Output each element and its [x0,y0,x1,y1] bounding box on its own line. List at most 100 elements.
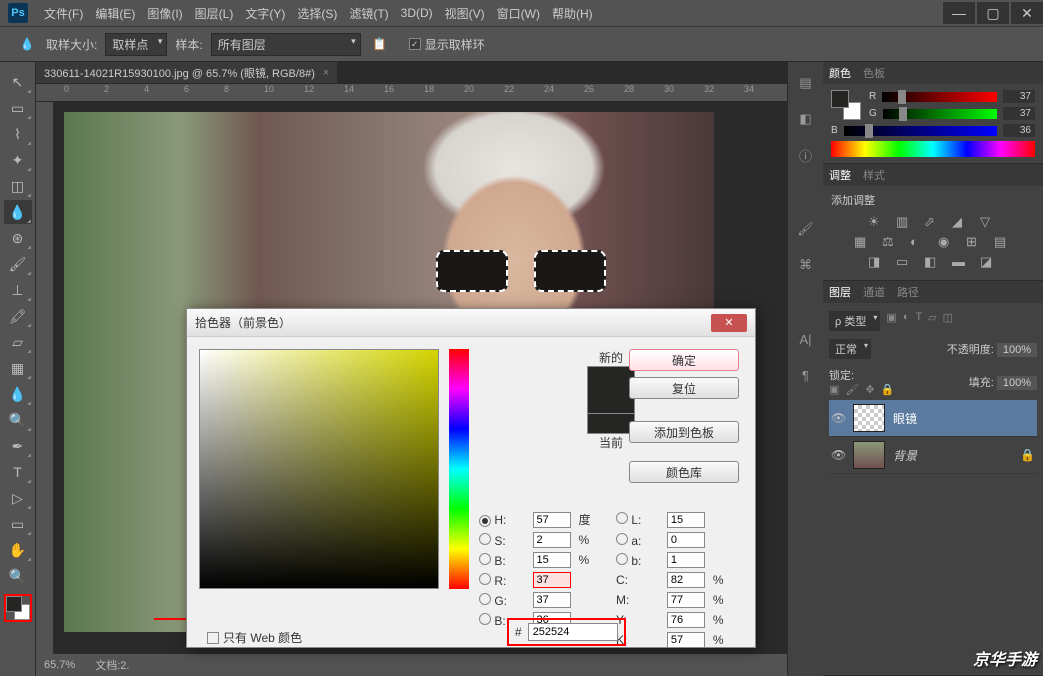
current-color-swatch[interactable] [587,414,635,434]
levels-icon[interactable]: ▥ [896,214,914,230]
br-input[interactable] [533,552,571,568]
layer-filter-dropdown[interactable]: ρ 类型 [829,311,880,331]
threshold-icon[interactable]: ◧ [924,254,942,270]
r-slider[interactable] [882,92,997,102]
menu-file[interactable]: 文件(F) [38,5,89,22]
g-slider[interactable] [883,109,997,119]
r-radio[interactable] [479,573,491,585]
type-tool[interactable]: T [4,460,32,484]
sample-dropdown[interactable]: 所有图层 [211,33,361,56]
blend-mode-dropdown[interactable]: 正常 [829,339,871,359]
saturation-field[interactable] [199,349,439,589]
lock-paint-icon[interactable]: 🖌 [845,383,859,396]
br-radio[interactable] [479,553,491,565]
lb-radio[interactable] [616,553,628,565]
bw-icon[interactable]: ◐ [910,234,928,250]
path-tool[interactable]: ▷ [4,486,32,510]
eraser-tool[interactable]: ▱ [4,330,32,354]
g-value[interactable]: 37 [1003,107,1035,120]
document-tab[interactable]: 330611-14021R15930100.jpg @ 65.7% (眼镜, R… [36,62,337,84]
m-input[interactable] [667,592,705,608]
web-only-checkbox[interactable] [207,632,219,644]
char-panel-icon[interactable]: A| [795,330,817,348]
r-input[interactable] [533,572,571,588]
tab-swatches[interactable]: 色板 [863,65,885,81]
layer-thumbnail[interactable] [853,441,885,469]
filter-adjust-icon[interactable]: ◐ [903,311,910,331]
a-input[interactable] [667,532,705,548]
spectrum-bar[interactable] [831,141,1035,157]
history-icon[interactable]: ▤ [795,74,817,92]
filter-image-icon[interactable]: ▣ [886,311,896,331]
lock-trans-icon[interactable]: ▣ [829,383,839,396]
lock-pos-icon[interactable]: ✥ [865,383,874,396]
layer-item[interactable]: 👁 眼镜 [829,400,1037,437]
ok-button[interactable]: 确定 [629,349,739,371]
dialog-close-button[interactable]: ✕ [711,314,747,332]
brush-tool[interactable]: 🖌 [4,252,32,276]
a-radio[interactable] [616,533,628,545]
b-radio[interactable] [479,613,491,625]
heal-tool[interactable]: ⊛ [4,226,32,250]
hex-input[interactable] [528,623,618,641]
add-swatch-button[interactable]: 添加到色板 [629,421,739,443]
invert-icon[interactable]: ◨ [868,254,886,270]
balance-icon[interactable]: ⚖ [882,234,900,250]
lb-input[interactable] [667,552,705,568]
lock-all-icon[interactable]: 🔒 [881,383,895,396]
sample-size-dropdown[interactable]: 取样点 [105,33,167,56]
g-input[interactable] [533,592,571,608]
layer-name[interactable]: 背景 [893,447,917,464]
layer-thumbnail[interactable] [853,404,885,432]
filter-smart-icon[interactable]: ◫ [943,311,953,331]
marquee-tool[interactable]: ▭ [4,96,32,120]
h-input[interactable] [533,512,571,528]
para-panel-icon[interactable]: ¶ [795,366,817,384]
close-button[interactable]: ✕ [1011,2,1043,24]
s-radio[interactable] [479,533,491,545]
tab-color[interactable]: 颜色 [829,65,851,81]
vibrance-icon[interactable]: ▽ [980,214,998,230]
hand-tool[interactable]: ✋ [4,538,32,562]
zoom-value[interactable]: 65.7% [44,659,75,671]
lookup-icon[interactable]: ▤ [994,234,1012,250]
blur-tool[interactable]: 💧 [4,382,32,406]
foreground-swatch[interactable] [6,596,22,612]
exposure-icon[interactable]: ◢ [952,214,970,230]
color-swatch-pair[interactable] [831,90,861,120]
eyedropper-tool[interactable]: 💧 [4,200,32,224]
hue-icon[interactable]: ▦ [854,234,872,250]
history-brush-tool[interactable]: 🖍 [4,304,32,328]
reset-button[interactable]: 复位 [629,377,739,399]
layer-item[interactable]: 👁 背景 🔒 [829,437,1037,474]
pen-tool[interactable]: ✒ [4,434,32,458]
menu-filter[interactable]: 滤镜(T) [343,5,394,22]
brush-panel-icon[interactable]: 🖌 [795,220,817,238]
wand-tool[interactable]: ✦ [4,148,32,172]
c-input[interactable] [667,572,705,588]
color-libraries-button[interactable]: 颜色库 [629,461,739,483]
h-radio[interactable] [479,515,491,527]
menu-3d[interactable]: 3D(D) [395,6,439,20]
move-tool[interactable]: ↖ [4,70,32,94]
menu-help[interactable]: 帮助(H) [546,5,599,22]
menu-edit[interactable]: 编辑(E) [89,5,141,22]
lasso-tool[interactable]: ⌇ [4,122,32,146]
properties-icon[interactable]: ◧ [795,110,817,128]
curves-icon[interactable]: ⬀ [924,214,942,230]
maximize-button[interactable]: ▢ [977,2,1009,24]
selective-icon[interactable]: ◪ [980,254,998,270]
b-value[interactable]: 36 [1003,124,1035,137]
menu-image[interactable]: 图像(I) [141,5,188,22]
clipboard-icon[interactable]: 📋 [369,33,391,55]
mixer-icon[interactable]: ⊞ [966,234,984,250]
menu-layer[interactable]: 图层(L) [189,5,240,22]
filter-type-icon[interactable]: T [915,311,922,331]
crop-tool[interactable]: ◫ [4,174,32,198]
gradient-map-icon[interactable]: ▬ [952,254,970,270]
hue-slider[interactable] [449,349,469,589]
foreground-background-swatch[interactable] [4,594,32,622]
zoom-tool[interactable]: 🔍 [4,564,32,588]
visibility-icon[interactable]: 👁 [831,411,845,425]
r-value[interactable]: 37 [1003,90,1035,103]
